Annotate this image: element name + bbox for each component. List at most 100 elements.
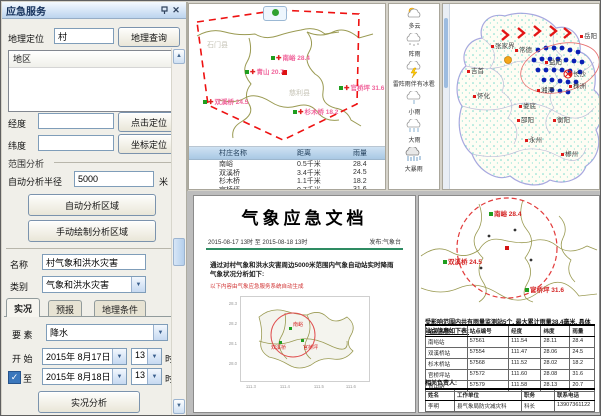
city-label: 长沙	[569, 68, 586, 78]
svg-text:南峪: 南峪	[293, 321, 303, 328]
longitude-input[interactable]	[38, 113, 114, 129]
chevron-down-icon[interactable]: ▼	[112, 349, 126, 364]
svg-text:官桥坪: 官桥坪	[303, 344, 318, 351]
analysis-map[interactable]	[189, 4, 385, 149]
table-row[interactable]: 官桥坪 0.7千米31.6	[189, 186, 385, 191]
city-label: 湘潭	[537, 84, 554, 94]
auto-area-button[interactable]: 自动分析区域	[28, 194, 156, 216]
table-row: 王强县防汛抗旱指挥部 主任13807362233	[426, 412, 595, 414]
chevron-down-icon[interactable]: ▼	[131, 277, 145, 292]
start-date-select[interactable]: 2015年 8月17日 ▼	[42, 348, 127, 365]
rainstorm-icon	[404, 147, 424, 163]
pin-icon[interactable]	[158, 4, 170, 16]
city-label: 郴州	[561, 148, 578, 158]
scrollbar-thumb[interactable]	[444, 18, 448, 88]
weather-legend: 多云 阵雨 雷阵雨伴有冰雹 小雨	[388, 3, 440, 190]
range-group-label: 范围分析	[8, 157, 44, 170]
meta-period: 2015-08-17 13时 至 2015-08-18 13时	[208, 237, 307, 246]
panel-title: 应急服务	[6, 3, 158, 18]
station-label: 官桥坪 31.6	[525, 284, 564, 294]
panel-titlebar[interactable]: 应急服务 ✕	[2, 2, 186, 19]
legend-item: 小雨	[405, 91, 423, 116]
name-input[interactable]	[42, 254, 146, 270]
panel-scrollbar[interactable]: ▲ ▼	[171, 48, 186, 415]
end-hour-select[interactable]: 13 ▼	[131, 368, 162, 385]
start-hour-select[interactable]: 13 ▼	[131, 348, 162, 365]
run-analysis-button[interactable]: 实况分析	[38, 391, 140, 413]
chevron-down-icon[interactable]: ▼	[112, 369, 126, 384]
rain-icon	[405, 119, 423, 134]
table-row: 双溪桥站57554 111.4728.06 24.5	[426, 348, 595, 359]
table-row: 杉木桥站57568 111.5228.02 18.2	[426, 359, 595, 370]
radius-input[interactable]	[74, 171, 154, 187]
geo-label: 地理定位	[8, 32, 44, 45]
city-label: 永州	[525, 134, 542, 144]
section-divider	[6, 248, 176, 249]
end-label: 至	[23, 372, 32, 385]
table-row: 李明县气象局防灾减灾科 科长13907361122	[426, 401, 595, 412]
group-divider	[54, 162, 176, 163]
scroll-down-icon[interactable]: ▼	[173, 399, 185, 414]
radius-unit: 米	[159, 175, 168, 188]
svg-text:双溪桥: 双溪桥	[271, 344, 286, 351]
element-select[interactable]: 降水 ▼	[46, 324, 168, 341]
emergency-service-panel: 应急服务 ✕ 地理定位 地理查询 地区 经度 点击定位 纬度 坐标定位 范围分析	[2, 2, 188, 415]
station-label: ✚青山 20.7	[245, 66, 284, 76]
city-label: 株洲	[569, 80, 586, 90]
table-header-row: 村庄名称 距离 雨量	[189, 147, 385, 160]
tab-live[interactable]: 实况	[6, 298, 40, 317]
village-result-table[interactable]: 村庄名称 距离 雨量 南峪 0.5千米28.4 双溪桥 3.4千米24.5 杉木…	[189, 146, 385, 189]
map-scrollbar[interactable]	[443, 4, 450, 189]
analysis-map-panel[interactable]: 石门县 慈利县 ✚南峪 28.4 ✚青山 20.7 ✚双溪桥 24.5 ✚杉木桥…	[188, 3, 386, 190]
station-label: ✚官桥坪 31.6	[339, 82, 384, 92]
thunder-icon	[405, 61, 423, 78]
tab-geo-condition[interactable]: 地理条件	[94, 300, 146, 317]
legend-item: 大雨	[405, 119, 423, 144]
document-viewer[interactable]: 气象应急文档 2015-08-17 13时 至 2015-08-18 13时 发…	[187, 191, 601, 416]
geo-input[interactable]	[54, 28, 114, 44]
area-label: 石门县	[207, 40, 228, 50]
manual-area-button[interactable]: 手动绘制分析区域	[28, 220, 156, 242]
region-list-header: 地区	[9, 51, 171, 68]
city-label: 岳阳	[580, 30, 597, 40]
geo-search-button[interactable]: 地理查询	[118, 27, 180, 47]
map-tool-button[interactable]	[263, 6, 287, 21]
meta-publisher: 发布:气象台	[369, 237, 401, 246]
city-label: 衡阳	[553, 114, 570, 124]
station-label: ✚南峪 28.4	[271, 52, 310, 62]
city-label: 怀化	[473, 90, 490, 100]
light-rain-icon	[405, 91, 423, 106]
scroll-up-icon[interactable]: ▲	[173, 49, 185, 64]
document-title: 气象应急文档	[194, 204, 415, 229]
scrollbar-thumb[interactable]	[173, 238, 185, 266]
chevron-down-icon[interactable]: ▼	[153, 325, 167, 340]
tab-forecast[interactable]: 预报	[48, 300, 82, 317]
longitude-label: 经度	[8, 117, 26, 130]
contacts-table: 姓名 工作单位 职务 联系电话 李明县气象局防灾减灾科 科长1390736112…	[425, 388, 595, 413]
station-label: ✚双溪桥 24.5	[203, 96, 248, 106]
table-header-row: 站点名称站点编号 经度纬度 雨量	[426, 325, 595, 337]
rain-distribution-figure: 南峪双溪桥官桥坪 28.3 28.2 28.1 28.0 111.3 111.4…	[240, 296, 370, 382]
app-window: 应急服务 ✕ 地理定位 地理查询 地区 经度 点击定位 纬度 坐标定位 范围分析	[0, 0, 601, 416]
end-date-select[interactable]: 2015年 8月18日 ▼	[42, 368, 127, 385]
auto-generated-note: 以下内容由气象应急服务系统自动生成	[210, 282, 399, 290]
sun-cloud-icon	[405, 7, 423, 20]
legend-item: 阵雨	[405, 33, 423, 58]
category-select[interactable]: 气象和洪水灾害 ▼	[42, 276, 146, 293]
province-map-panel[interactable]: 张家界 岳阳 常德 吉首 益阳 长沙 怀化 湘潭 株洲 娄底 邵阳 衡阳 永州 …	[442, 3, 600, 190]
element-label: 要 素	[12, 328, 33, 341]
end-checkbox[interactable]: ✓	[8, 371, 21, 384]
city-label: 娄底	[519, 100, 536, 110]
drizzle-icon	[405, 33, 423, 48]
latitude-input[interactable]	[38, 135, 114, 151]
chevron-down-icon[interactable]: ▼	[147, 349, 161, 364]
close-icon[interactable]: ✕	[170, 4, 182, 16]
document-page-2[interactable]: 南峪 28.4 双溪桥 24.5 官桥坪 31.6 受影响范围内共有雨量监测站5…	[418, 195, 600, 413]
document-meta: 2015-08-17 13时 至 2015-08-18 13时 发布:气象台	[208, 237, 401, 246]
document-page-1[interactable]: 气象应急文档 2015-08-17 13时 至 2015-08-18 13时 发…	[193, 195, 416, 413]
region-listbox[interactable]: 地区	[8, 50, 172, 112]
locate-tool-icon	[272, 9, 279, 16]
city-label: 张家界	[491, 40, 515, 50]
chevron-down-icon[interactable]: ▼	[147, 369, 161, 384]
legend-item: 大暴雨	[404, 147, 424, 173]
